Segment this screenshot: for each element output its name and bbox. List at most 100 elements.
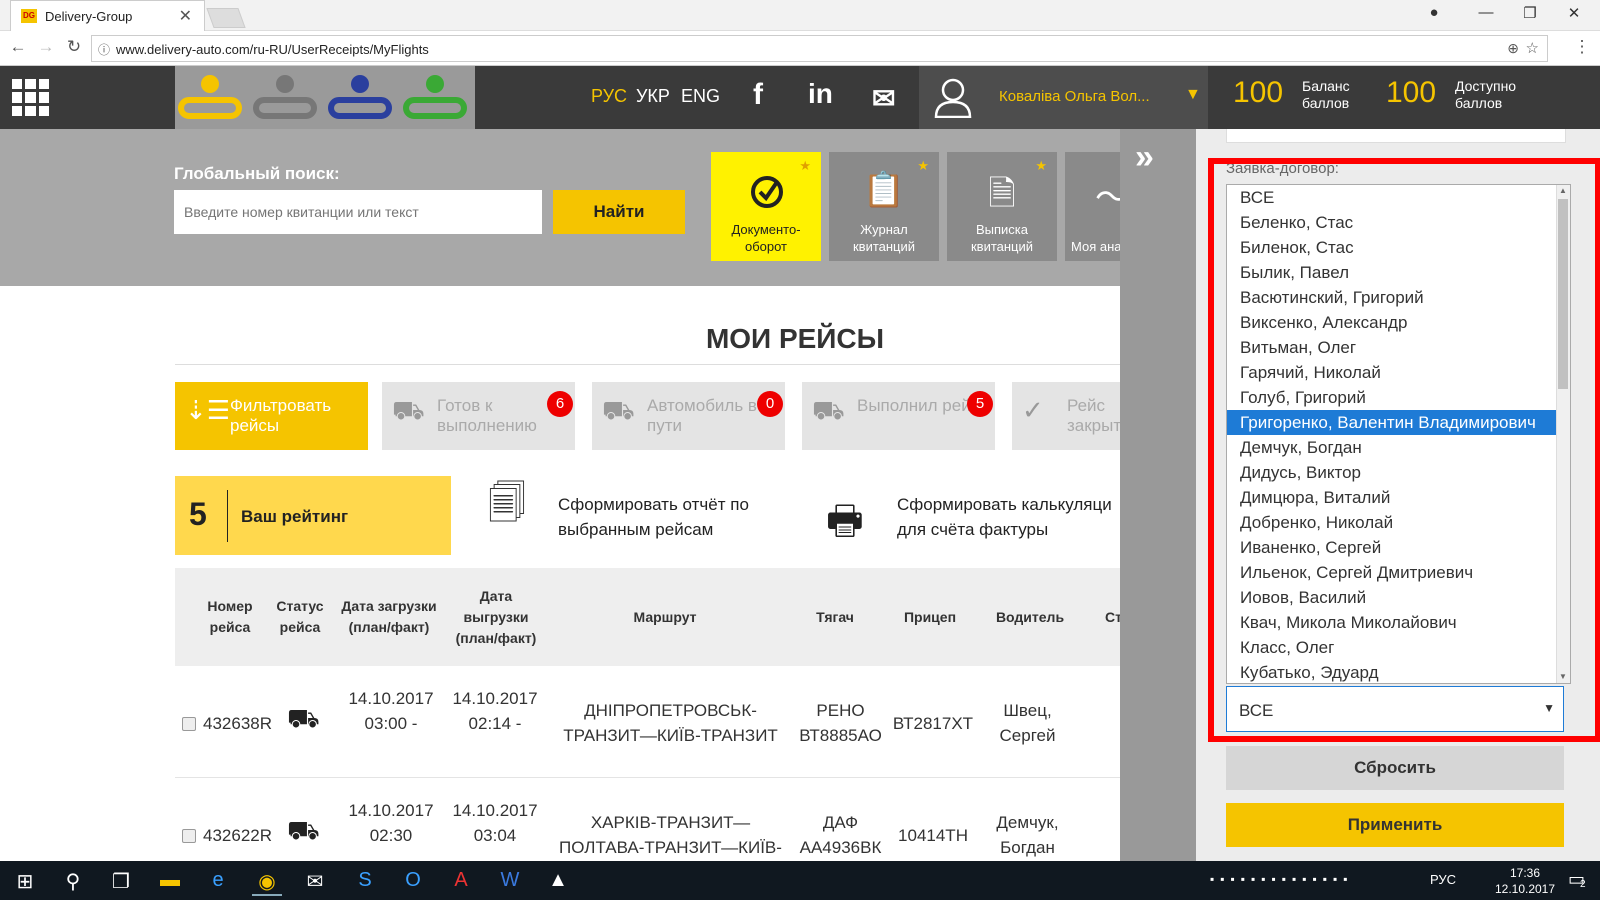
col-flight-number[interactable]: Номер рейса [193, 568, 267, 666]
count-badge: 0 [757, 391, 783, 417]
user-menu[interactable]: Коваліва Ольга Вол... ▼ [919, 66, 1208, 129]
col-extra[interactable]: Ст [1105, 568, 1120, 666]
col-unload-date[interactable]: Дата выгрузки (план/факт) [448, 568, 544, 666]
minimize-button[interactable]: — [1472, 4, 1500, 21]
new-tab-button[interactable] [206, 8, 246, 28]
lang-ua[interactable]: УКР [636, 86, 670, 107]
truck-status-icon: ⛟ [287, 703, 320, 733]
search-button[interactable]: Найти [553, 190, 685, 234]
tile-receipts-extract[interactable]: ★ 🗎 Выписка квитанций [947, 152, 1057, 261]
url-field[interactable]: ⓘ www.delivery-auto.com/ru-RU/UserReceip… [91, 35, 1548, 62]
report-action[interactable]: 🗐 Сформировать отчёт по выбранным рейсам [488, 485, 778, 542]
printer-icon[interactable]: 🖶 [826, 492, 864, 560]
bookmark-star-icon[interactable]: ☆ [1526, 39, 1539, 57]
pdf-icon[interactable]: A [446, 869, 476, 892]
skype-icon[interactable]: S [350, 869, 380, 892]
tile-label: Документо-оборот [731, 222, 801, 254]
truck-status-icon: ⛟ [287, 815, 320, 845]
tray-icons[interactable]: ▪▪▪▪▪▪▪▪▪▪▪▪▪▪ [1210, 872, 1354, 886]
chrome-icon[interactable]: ◉ [252, 869, 282, 896]
calc-action[interactable]: Сформировать калькуляци для счёта фактур… [897, 492, 1120, 552]
site-favicon-icon: DG [21, 9, 37, 23]
close-window-button[interactable]: ✕ [1560, 4, 1588, 22]
search-icon[interactable]: ⚲ [58, 869, 88, 894]
menu-dots-icon[interactable]: ⋮ [1572, 37, 1592, 57]
status-closed[interactable]: ✓ Рейс закрыт [1012, 382, 1120, 450]
clock[interactable]: 17:36 12.10.2017 [1490, 865, 1560, 897]
site-header: РУС УКР ENG f in ✉ Коваліва Ольга Вол...… [0, 66, 1600, 129]
linkedin-icon[interactable]: in [808, 78, 833, 110]
tractor: РЕНО ВТ8885АО [799, 701, 882, 745]
reset-button[interactable]: Сбросить [1226, 746, 1564, 790]
document-add-icon: 🗎 [988, 175, 1016, 213]
profile-icon[interactable]: ● [1420, 4, 1448, 21]
balance-label: Баланс баллов [1302, 78, 1350, 111]
browser-tab-bar: DG Delivery-Group ✕ ● — ❐ ✕ [0, 0, 1600, 31]
windows-start-icon[interactable]: ⊞ [10, 869, 40, 894]
row-checkbox[interactable] [182, 717, 196, 731]
task-view-icon[interactable]: ❐ [106, 869, 136, 894]
rating-box: 5 Ваш рейтинг [175, 476, 451, 555]
site-logo[interactable] [175, 66, 475, 129]
col-trailer[interactable]: Прицеп [895, 568, 965, 666]
clock-time: 17:36 [1509, 866, 1541, 880]
col-route[interactable]: Маршрут [575, 568, 755, 666]
trailer: ВТ2817ХТ [892, 714, 974, 733]
row-checkbox[interactable] [182, 829, 196, 843]
mail-icon[interactable]: ✉ [872, 82, 895, 115]
double-chevron-right-icon[interactable]: » [1135, 138, 1154, 177]
apps-grid-icon[interactable] [12, 79, 49, 116]
browser-tab[interactable]: DG Delivery-Group ✕ [10, 0, 205, 31]
tab-close-icon[interactable]: ✕ [179, 6, 192, 26]
search-band: Глобальный поиск: Найти ★ Документо-обор… [0, 129, 1125, 286]
col-load-date[interactable]: Дата загрузки (план/факт) [335, 568, 443, 666]
info-icon[interactable]: ⓘ [98, 41, 110, 58]
table-row[interactable]: 432638R ⛟ 14.10.2017 03:00 - 14.10.2017 … [175, 666, 1120, 778]
report-search-icon: 🗐 [488, 483, 526, 525]
status-completed[interactable]: ⛟ Выполнил рейс 5 [802, 382, 995, 450]
lang-en[interactable]: ENG [681, 86, 720, 107]
col-driver[interactable]: Водитель [990, 568, 1070, 666]
load-date: 14.10.2017 02:30 [348, 801, 434, 845]
panel-collapse-strip[interactable] [1120, 129, 1196, 861]
col-status[interactable]: Статус рейса [274, 568, 326, 666]
back-icon[interactable]: ← [8, 37, 28, 57]
lang-ru[interactable]: РУС [591, 86, 627, 107]
flight-number: 432622R [203, 826, 273, 845]
tile-receipts-journal[interactable]: ★ 📋 Журнал квитанций [829, 152, 939, 261]
outlook-icon[interactable]: O [398, 869, 428, 892]
tile-label: Выписка квитанций [970, 222, 1034, 254]
file-explorer-icon[interactable]: ▬ [155, 869, 185, 892]
load-date: 14.10.2017 03:00 - [348, 689, 434, 733]
reload-icon[interactable]: ↻ [64, 37, 84, 57]
col-tractor[interactable]: Тягач [805, 568, 865, 666]
input-language[interactable]: РУС [1430, 872, 1456, 887]
sort-filter-icon: ⇣☰ [185, 395, 231, 425]
tile-my-analytics[interactable]: 〜 Моя ана [1065, 152, 1125, 261]
mail-app-icon[interactable]: ✉ [300, 869, 330, 894]
filter-button[interactable]: ⇣☰ Фильтровать рейсы [175, 382, 368, 450]
apply-button[interactable]: Применить [1226, 803, 1564, 847]
chevron-down-icon[interactable]: ▼ [1185, 86, 1201, 104]
zoom-icon[interactable]: ⊕ [1507, 40, 1519, 57]
rating-label: Ваш рейтинг [241, 507, 349, 526]
filter-field-above[interactable] [1226, 129, 1566, 143]
status-ready[interactable]: ⛟ Готов к выполнению 6 [382, 382, 575, 450]
windows-taskbar: ⊞ ⚲ ❐ ▬ e ◉ ✉ S O A W ▲ ▪▪▪▪▪▪▪▪▪▪▪▪▪▪ Р… [0, 861, 1600, 900]
balance-value: 100 [1233, 76, 1284, 109]
status-in-transit[interactable]: ⛟ Автомобиль в пути 0 [592, 382, 785, 450]
word-icon[interactable]: W [495, 869, 525, 892]
status-label: Выполнил рейс [857, 396, 980, 415]
photos-icon[interactable]: ▲ [543, 869, 573, 892]
clock-date: 12.10.2017 [1494, 882, 1556, 896]
facebook-icon[interactable]: f [753, 78, 763, 112]
chart-line-icon: 〜 [1065, 170, 1125, 219]
tile-document-flow[interactable]: ★ Документо-оборот [711, 152, 821, 261]
check-circle-outline-icon: ✓ [1022, 395, 1044, 425]
forward-icon[interactable]: → [36, 37, 56, 57]
restore-button[interactable]: ❐ [1516, 4, 1544, 22]
available-value: 100 [1386, 76, 1437, 109]
ie-icon[interactable]: e [203, 869, 233, 892]
global-search-input[interactable] [174, 190, 542, 234]
driver: Демчук, Богдан [996, 813, 1059, 857]
